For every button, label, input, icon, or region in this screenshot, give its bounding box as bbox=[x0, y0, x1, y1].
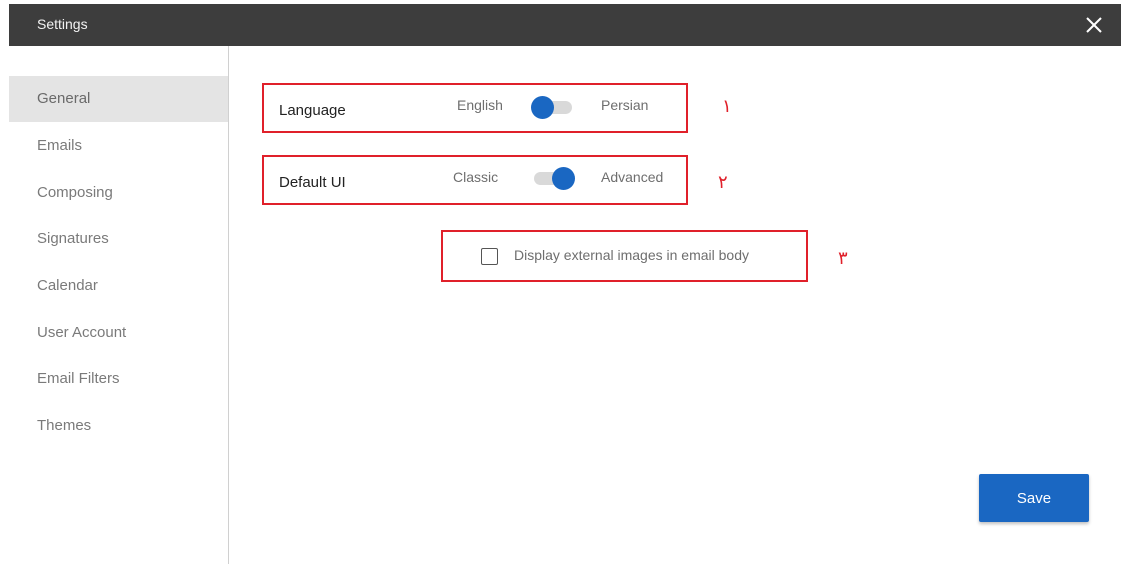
external-images-checkbox[interactable] bbox=[481, 248, 498, 265]
default-ui-toggle[interactable] bbox=[530, 166, 576, 190]
settings-sidebar: General Emails Composing Signatures Cale… bbox=[9, 46, 229, 564]
language-label: Language bbox=[279, 102, 346, 119]
language-option-persian: Persian bbox=[601, 97, 649, 113]
toggle-knob bbox=[531, 96, 554, 119]
language-option-english: English bbox=[457, 97, 503, 113]
title-bar: Settings bbox=[9, 4, 1121, 46]
external-images-label: Display external images in email body bbox=[514, 247, 749, 263]
sidebar-item-composing[interactable]: Composing bbox=[9, 170, 228, 216]
language-toggle[interactable] bbox=[530, 95, 576, 119]
sidebar-item-general[interactable]: General bbox=[9, 76, 228, 122]
sidebar-item-themes[interactable]: Themes bbox=[9, 403, 228, 449]
sidebar-item-user-account[interactable]: User Account bbox=[9, 310, 228, 356]
toggle-knob bbox=[552, 167, 575, 190]
default-ui-option-classic: Classic bbox=[453, 169, 499, 185]
sidebar-item-calendar[interactable]: Calendar bbox=[9, 263, 228, 309]
annotation-marker-2: ٢ bbox=[718, 172, 728, 193]
annotation-marker-1: ١ bbox=[722, 96, 732, 117]
annotation-marker-3: ٣ bbox=[838, 248, 848, 269]
sidebar-item-email-filters[interactable]: Email Filters bbox=[9, 356, 228, 402]
sidebar-item-emails[interactable]: Emails bbox=[9, 123, 228, 169]
close-icon[interactable] bbox=[1081, 12, 1107, 38]
sidebar-item-signatures[interactable]: Signatures bbox=[9, 216, 228, 262]
default-ui-label: Default UI bbox=[279, 174, 346, 191]
window-title: Settings bbox=[37, 16, 88, 32]
save-button[interactable]: Save bbox=[979, 474, 1089, 522]
default-ui-option-advanced: Advanced bbox=[601, 169, 664, 185]
